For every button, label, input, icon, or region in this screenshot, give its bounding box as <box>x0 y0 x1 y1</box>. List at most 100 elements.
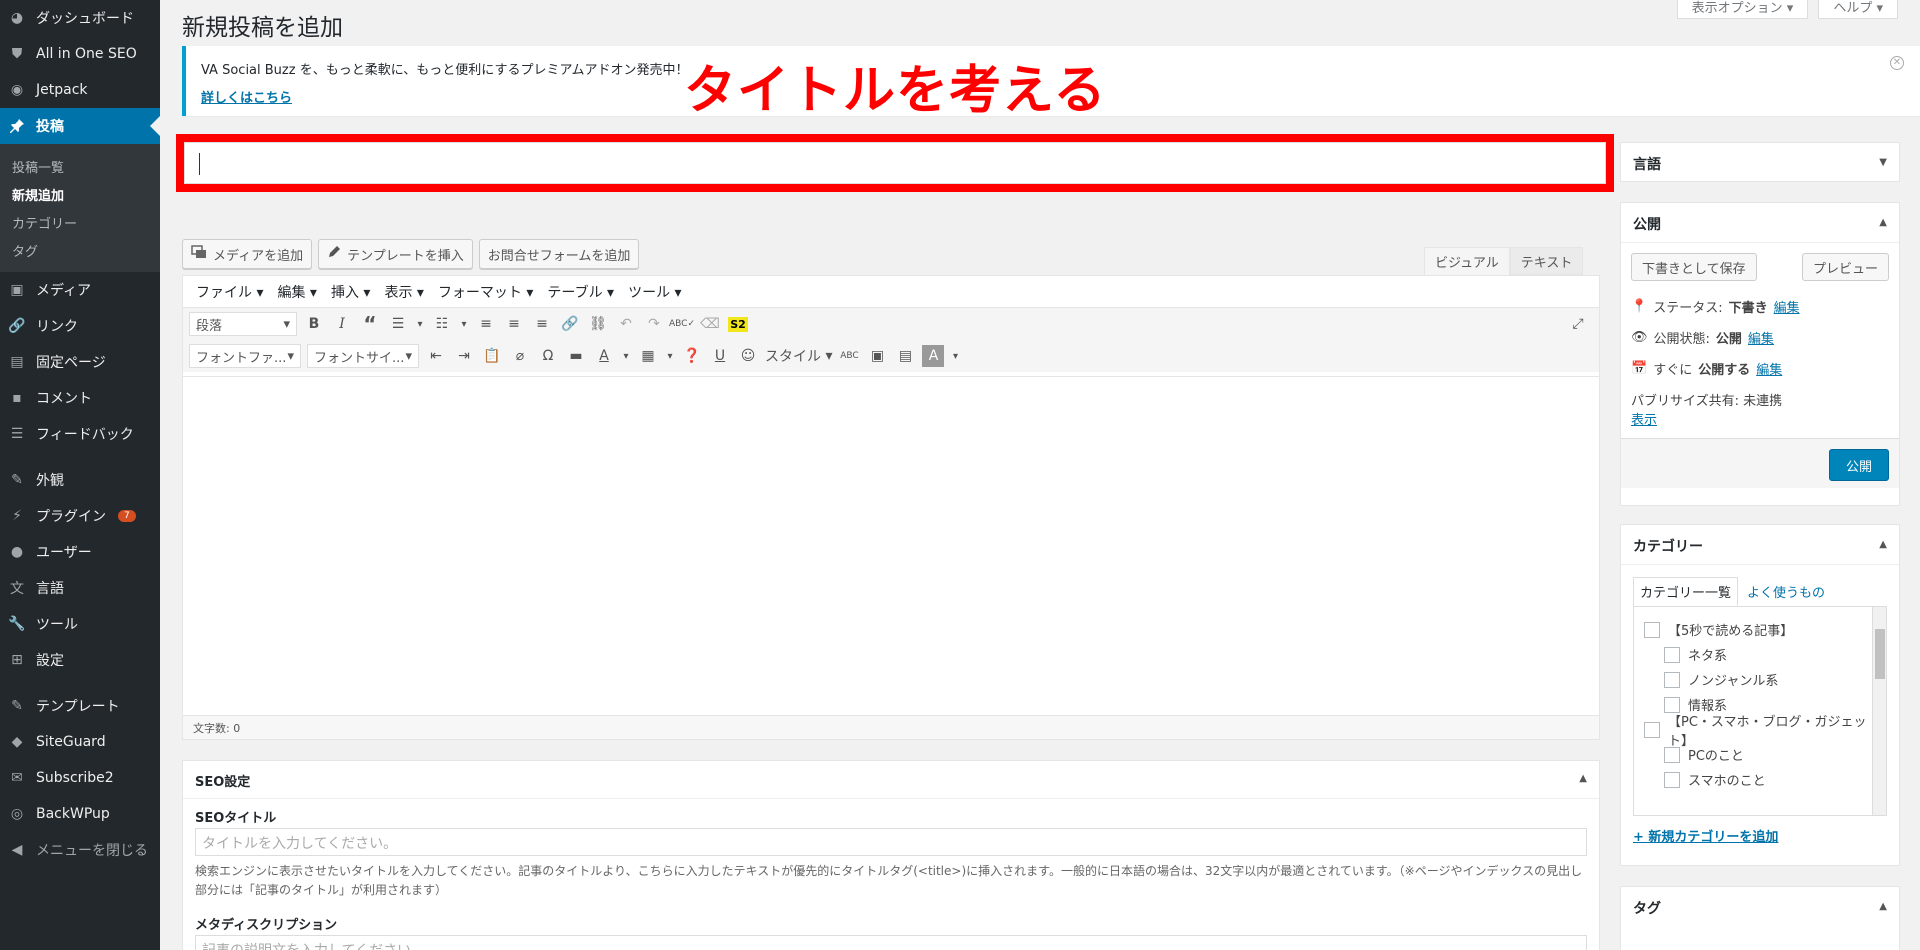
spellcheck-icon[interactable]: ABC✓ <box>669 313 695 335</box>
sidebar-item-comment[interactable]: ▪ コメント <box>0 380 160 416</box>
tag-box-header[interactable]: タグ ▲ <box>1621 887 1899 927</box>
meta-description-input[interactable]: 記事の説明文を入力してください。 <box>195 935 1587 950</box>
seo-title-input[interactable]: タイトルを入力してください。 <box>195 828 1587 856</box>
sidebar-item-jetpack[interactable]: ◉ Jetpack <box>0 72 160 108</box>
eraser-icon[interactable]: ⌀ <box>509 345 531 367</box>
sidebar-item-shield[interactable]: ⛊ All in One SEO <box>0 36 160 72</box>
font-family-select[interactable]: フォントファ... ▾ <box>189 344 301 368</box>
sidebar-item-collapse[interactable]: ◀ メニューを閉じる <box>0 832 160 868</box>
insert-template-button[interactable]: テンプレートを挿入 <box>318 239 473 269</box>
sidebar-item-subscribe[interactable]: ✉ Subscribe2 <box>0 760 160 796</box>
sidebar-item-backwpup[interactable]: ◎ BackWPup <box>0 796 160 832</box>
sidebar-item-posts[interactable]: 投稿 <box>0 108 160 144</box>
numbered-list-icon[interactable]: ☷ <box>431 313 453 335</box>
dropdown-icon[interactable]: ▾ <box>459 313 469 335</box>
chevron-up-icon[interactable]: ▲ <box>1879 539 1887 550</box>
category-item[interactable]: 【PC・スマホ・ブログ・ガジェット】 <box>1644 715 1886 749</box>
bullet-list-icon[interactable]: ☰ <box>387 313 409 335</box>
dropdown-icon[interactable]: ▾ <box>665 345 675 367</box>
sidebar-item-feedback[interactable]: ☰ フィードバック <box>0 416 160 452</box>
category-scrollbar[interactable] <box>1872 607 1886 815</box>
outdent-icon[interactable]: ⇤ <box>425 345 447 367</box>
dropdown-icon[interactable]: ▾ <box>621 345 631 367</box>
menubar-item[interactable]: テーブル ▾ <box>540 282 621 302</box>
category-checkbox[interactable] <box>1664 671 1680 688</box>
undo-icon[interactable]: ↶ <box>615 313 637 335</box>
bold-icon[interactable]: B <box>303 313 325 335</box>
table-icon[interactable]: ▦ <box>637 345 659 367</box>
collapse-icon[interactable]: ▲ <box>1579 773 1587 784</box>
chevron-up-icon[interactable]: ▲ <box>1879 217 1887 228</box>
menubar-item[interactable]: フォーマット ▾ <box>431 282 540 302</box>
format-select[interactable]: 段落 ▾ <box>189 312 297 336</box>
edit-visibility-link[interactable]: 編集 <box>1748 328 1774 347</box>
dropdown-icon[interactable]: ▾ <box>950 345 960 367</box>
dropdown-icon[interactable]: ▾ <box>415 313 425 335</box>
unlink-icon[interactable]: ⛓ <box>587 313 609 335</box>
add-new-category-link[interactable]: + 新規カテゴリーを追加 <box>1621 816 1899 855</box>
menubar-item[interactable]: 挿入 ▾ <box>324 282 377 302</box>
indent-icon[interactable]: ⇥ <box>453 345 475 367</box>
align-right-icon[interactable]: ≡ <box>531 313 553 335</box>
category-checkbox[interactable] <box>1664 646 1680 663</box>
screen-options-button[interactable]: 表示オプション ▾ <box>1676 0 1809 19</box>
sidebar-item-wrench[interactable]: 🔧 ツール <box>0 606 160 642</box>
submenu-item[interactable]: カテゴリー <box>0 208 160 236</box>
omega-icon[interactable]: Ω <box>537 345 559 367</box>
align-left-icon[interactable]: ≡ <box>475 313 497 335</box>
sidebar-item-settings[interactable]: ⊞ 設定 <box>0 642 160 678</box>
quote-icon[interactable]: “ <box>359 312 381 336</box>
video-icon[interactable]: ▤ <box>894 345 916 367</box>
seo-heading[interactable]: SEO設定 ▲ <box>183 761 1599 799</box>
preview-button[interactable]: プレビュー <box>1801 253 1889 281</box>
s2-icon[interactable]: S2 <box>727 313 749 335</box>
align-center-icon[interactable]: ≡ <box>503 313 525 335</box>
category-box-header[interactable]: カテゴリー ▲ <box>1621 525 1899 565</box>
sidebar-item-page[interactable]: ▤ 固定ページ <box>0 344 160 380</box>
tab-text[interactable]: テキスト <box>1509 247 1584 275</box>
chevron-up-icon[interactable]: ▲ <box>1879 901 1887 912</box>
menubar-item[interactable]: ファイル ▾ <box>189 282 270 302</box>
italic-icon[interactable]: I <box>331 313 353 335</box>
category-checkbox[interactable] <box>1644 621 1660 638</box>
publicize-show-link[interactable]: 表示 <box>1631 413 1657 428</box>
submenu-item[interactable]: タグ <box>0 236 160 264</box>
tab-visual[interactable]: ビジュアル <box>1424 247 1510 275</box>
editor-body[interactable] <box>183 376 1599 716</box>
sidebar-item-dashboard[interactable]: ◕ ダッシュボード <box>0 0 160 36</box>
sidebar-item-language[interactable]: 文言語 <box>0 570 160 606</box>
category-item[interactable]: スマホのこと <box>1644 767 1886 792</box>
publish-button[interactable]: 公開 <box>1828 449 1889 481</box>
fullscreen-icon[interactable]: ⤢ <box>1567 313 1589 335</box>
sidebar-item-pencil[interactable]: ✎ テンプレート <box>0 688 160 724</box>
notice-link[interactable]: 詳しくはこちら <box>201 87 292 106</box>
sidebar-item-brush[interactable]: ✎ 外観 <box>0 462 160 498</box>
hr-icon[interactable]: ▬ <box>565 345 587 367</box>
sidebar-item-siteguard[interactable]: ◆ SiteGuard <box>0 724 160 760</box>
clear-format-icon[interactable]: ⌫ <box>699 313 721 335</box>
category-item[interactable]: ネタ系 <box>1644 642 1886 667</box>
post-title-input[interactable] <box>184 142 1606 184</box>
category-checkbox[interactable] <box>1664 771 1680 788</box>
emoji-icon[interactable]: ☺ <box>737 345 759 367</box>
highlight-icon[interactable]: A <box>922 345 945 367</box>
add-contact-form-button[interactable]: お問合せフォームを追加 <box>478 239 640 269</box>
menubar-item[interactable]: 表示 ▾ <box>377 282 430 302</box>
tab-popular-categories[interactable]: よく使うもの <box>1740 577 1832 606</box>
language-box-header[interactable]: 言語 ▼ <box>1621 143 1899 183</box>
submenu-item[interactable]: 投稿一覧 <box>0 152 160 180</box>
paste-text-icon[interactable]: 📋 <box>481 345 503 367</box>
sidebar-item-plugin[interactable]: ⚡ プラグイン 7 <box>0 498 160 534</box>
tab-all-categories[interactable]: カテゴリー一覧 <box>1633 577 1739 606</box>
help-button[interactable]: ヘルプ ▾ <box>1818 0 1898 19</box>
text-color-icon[interactable]: A <box>593 345 615 367</box>
sidebar-item-link[interactable]: 🔗 リンク <box>0 308 160 344</box>
sidebar-item-user[interactable]: ● ユーザー <box>0 534 160 570</box>
underline-icon[interactable]: U <box>709 345 731 367</box>
chevron-down-icon[interactable]: ▼ <box>1879 157 1887 168</box>
edit-status-link[interactable]: 編集 <box>1774 297 1800 316</box>
menubar-item[interactable]: ツール ▾ <box>621 282 688 302</box>
edit-schedule-link[interactable]: 編集 <box>1756 359 1782 378</box>
redo-icon[interactable]: ↷ <box>643 313 665 335</box>
category-checkbox[interactable] <box>1664 746 1680 763</box>
